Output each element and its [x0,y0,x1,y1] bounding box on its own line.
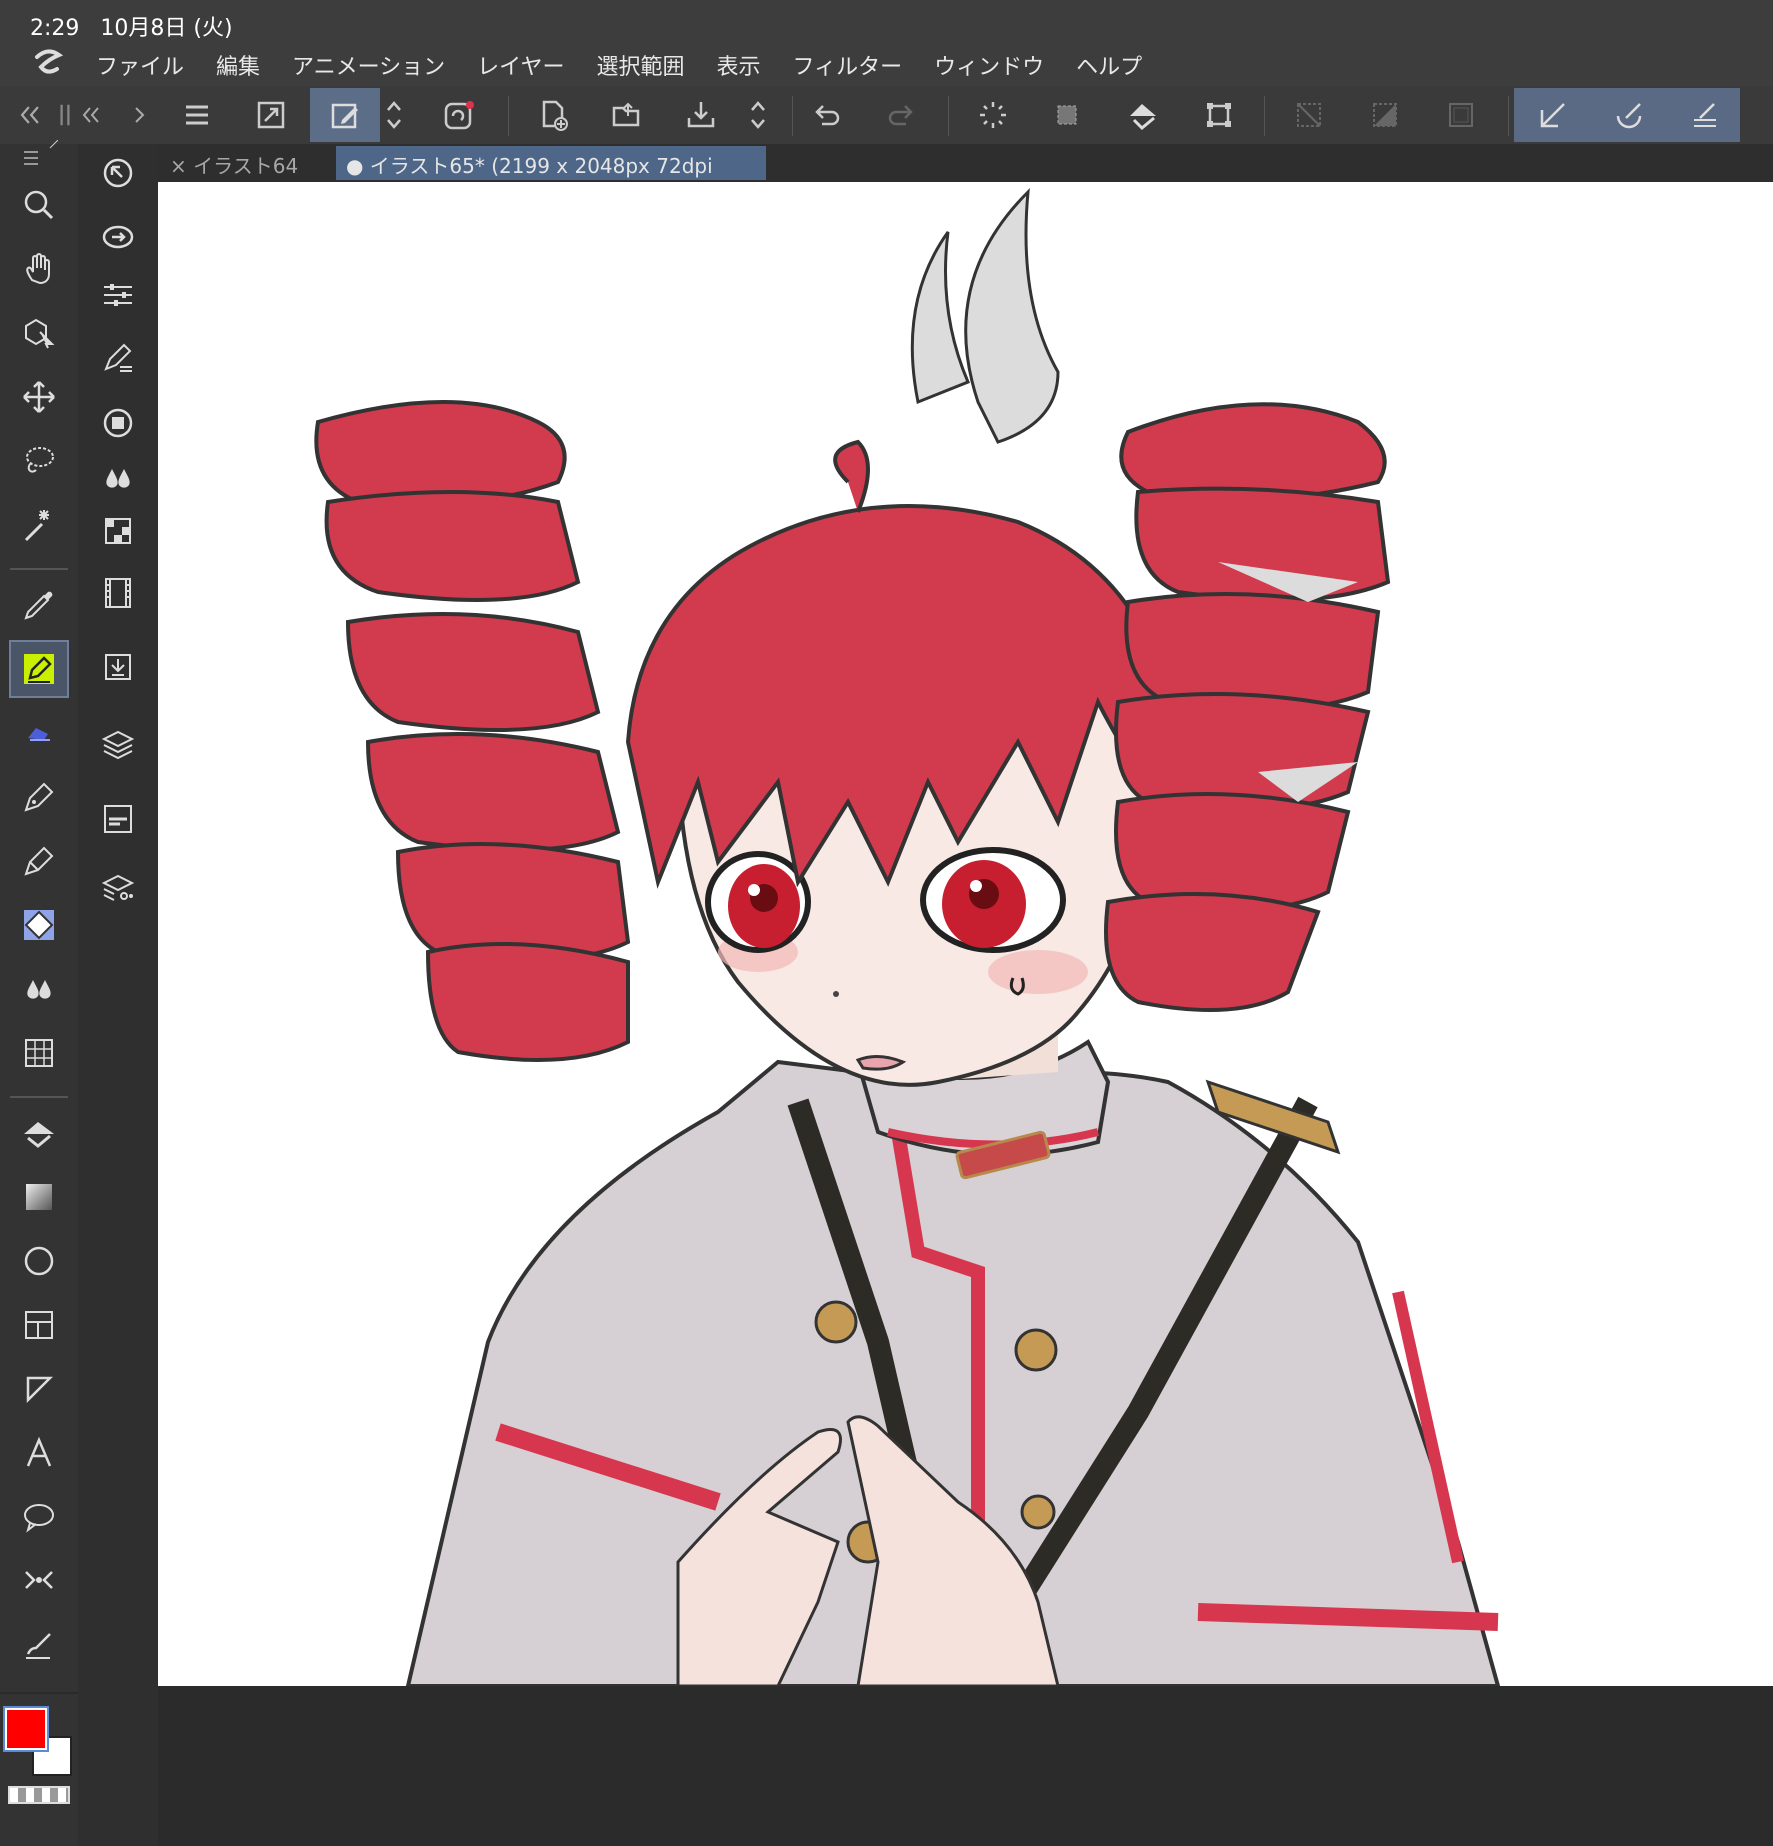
brush-icon[interactable] [9,1616,69,1674]
menu-filter[interactable]: フィルター [793,49,903,81]
pen-tool-active-icon[interactable] [9,640,69,698]
main-color-swatch[interactable] [5,1708,47,1750]
new-canvas-icon[interactable] [518,88,588,142]
layer-property-icon[interactable] [88,790,148,848]
timeline-film-icon[interactable] [88,564,148,622]
menu-file[interactable]: ファイル [96,49,184,81]
transparent-color-swatch[interactable] [8,1786,70,1804]
menu-bar: ファイル 編集 アニメーション レイヤー 選択範囲 表示 フィルター ウィンドウ… [0,44,1773,86]
artwork-illustration [314,188,1501,1686]
status-time: 2:29 [30,16,80,41]
expand-right-icon[interactable] [126,88,156,142]
correct-line-icon[interactable] [9,1552,69,1610]
zoom-icon[interactable] [9,176,69,234]
updown-arrow-icon[interactable] [374,88,414,142]
menu-layer[interactable]: レイヤー [477,49,564,81]
move-icon[interactable] [9,368,69,426]
redo-icon [866,88,936,142]
command-bar [0,86,1773,144]
tool-separator [10,1096,68,1098]
separator [948,96,949,136]
app-logo-icon[interactable] [0,47,96,84]
invert-selection-icon [1350,88,1420,142]
tab-illust-64[interactable]: × イラスト64 [160,146,336,180]
grid-mesh-icon[interactable] [9,1024,69,1082]
menu-selection[interactable]: 選択範囲 [597,49,685,81]
cursor-return-icon[interactable] [88,144,148,202]
swap-cycle-icon[interactable] [88,208,148,266]
snap-grid-icon[interactable] [1670,88,1740,142]
menu-animation[interactable]: アニメーション [292,49,445,81]
separator [508,96,509,136]
menu-window[interactable]: ウィンドウ [934,49,1044,81]
tool-separator [0,1692,78,1694]
snap-special-ruler-icon[interactable] [1594,88,1664,142]
frame-border-icon[interactable] [9,1296,69,1354]
loading-dots-icon[interactable] [958,88,1028,142]
separator [1508,96,1509,136]
tool-palette [0,140,78,1846]
status-bar: 2:29 10月8日 (火) [0,0,1773,44]
color-set-icon[interactable] [88,502,148,560]
status-date: 10月8日 (火) [100,16,233,41]
blend-drops-icon[interactable] [9,960,69,1018]
collapse-left-2-icon[interactable] [76,88,106,142]
document-tabs: × イラスト64 ● イラスト65* (2199 x 2048px 72dpi … [158,144,1773,203]
layers-icon[interactable] [88,716,148,774]
palette-menu-icon[interactable] [9,140,69,176]
transform-icon[interactable] [1184,88,1254,142]
menu-edit[interactable]: 編集 [216,49,260,81]
text-icon[interactable] [9,1424,69,1482]
snap-ruler-icon[interactable] [1518,88,1588,142]
deselect-icon [1274,88,1344,142]
tab-illust-65[interactable]: ● イラスト65* (2199 x 2048px 72dpi 89.4%) [336,146,766,203]
ruler-icon[interactable] [9,1360,69,1418]
gradient-icon[interactable] [9,1168,69,1226]
select-dotted-icon[interactable] [1032,88,1102,142]
command-column [78,144,158,1846]
balloon-icon[interactable] [9,1488,69,1546]
drawing-canvas[interactable] [158,182,1773,1686]
selection-border-icon [1426,88,1496,142]
tool-separator [10,568,68,570]
hand-icon[interactable] [9,240,69,298]
pencil-nib-icon[interactable] [9,832,69,890]
eyedropper-icon[interactable] [9,576,69,634]
eraser-icon[interactable] [9,896,69,954]
color-mix-drops-icon[interactable] [88,450,148,508]
menu-help[interactable]: ヘルプ [1076,49,1142,81]
separator [1264,96,1265,136]
menu-view[interactable]: 表示 [717,49,761,81]
updown-arrow-2-icon[interactable] [738,88,778,142]
material-download-icon[interactable] [88,638,148,696]
layer-square-icon[interactable] [88,394,148,452]
sliders-icon[interactable] [88,266,148,324]
canvas-resize-icon[interactable] [236,88,306,142]
magic-wand-icon[interactable] [9,496,69,554]
fill-icon[interactable] [9,1104,69,1162]
object-select-icon[interactable] [9,304,69,362]
blue-eraser-blob-icon[interactable] [9,704,69,762]
save-icon[interactable] [666,88,736,142]
pen-nib-icon[interactable] [9,768,69,826]
lasso-icon[interactable] [9,432,69,490]
edit-pen-icon[interactable] [310,88,380,142]
ellipse-icon[interactable] [9,1232,69,1290]
record-swirl-icon[interactable] [424,88,494,142]
brush-settings-icon[interactable] [88,330,148,388]
hamburger-menu-icon[interactable] [162,88,232,142]
open-folder-icon[interactable] [592,88,662,142]
fill-bucket-icon[interactable] [1108,88,1178,142]
undo-icon[interactable] [792,88,862,142]
layer-search-icon[interactable] [88,860,148,918]
canvas-area [158,182,1773,1846]
